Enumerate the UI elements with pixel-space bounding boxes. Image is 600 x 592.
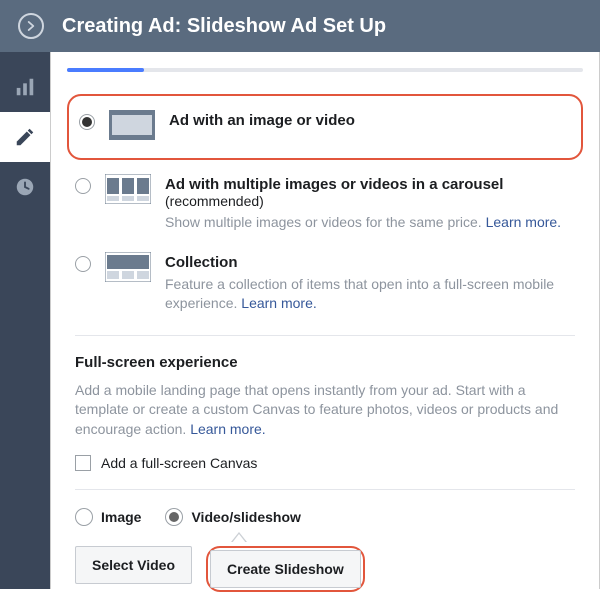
- fullscreen-section-title: Full-screen experience: [75, 354, 583, 371]
- page-header: Creating Ad: Slideshow Ad Set Up: [0, 0, 600, 52]
- format-option-carousel[interactable]: Ad with multiple images or videos in a c…: [67, 166, 583, 244]
- format-carousel-recommended: (recommended): [165, 193, 264, 209]
- fullscreen-learn-more-link[interactable]: Learn more.: [190, 421, 265, 437]
- media-label-image: Image: [101, 509, 141, 525]
- media-label-video: Video/slideshow: [191, 509, 300, 525]
- format-radio-collection[interactable]: [75, 256, 91, 272]
- format-option-single[interactable]: Ad with an image or video: [71, 102, 573, 152]
- left-nav-rail: [0, 52, 50, 589]
- carousel-thumb-icon: [105, 174, 151, 204]
- pencil-icon: [14, 126, 36, 148]
- format-collection-desc: Feature a collection of items that open …: [165, 275, 583, 313]
- media-radio-video[interactable]: [165, 508, 183, 526]
- format-option-collection[interactable]: Collection Feature a collection of items…: [67, 244, 583, 325]
- progress-fill: [67, 68, 144, 72]
- media-radio-image[interactable]: [75, 508, 93, 526]
- format-carousel-title: Ad with multiple images or videos in a c…: [165, 176, 503, 193]
- carousel-learn-more-link[interactable]: Learn more.: [486, 214, 561, 230]
- create-slideshow-button[interactable]: Create Slideshow: [210, 550, 361, 588]
- section-divider-2: [75, 489, 575, 490]
- format-radio-single[interactable]: [79, 114, 95, 130]
- format-single-title: Ad with an image or video: [169, 112, 355, 129]
- rail-item-schedule[interactable]: [0, 162, 50, 212]
- ad-format-panel: Ad with an image or video Ad with multip…: [50, 52, 600, 589]
- format-collection-title: Collection: [165, 254, 583, 271]
- section-divider: [75, 335, 575, 336]
- format-radio-carousel[interactable]: [75, 178, 91, 194]
- progress-bar: [67, 68, 583, 72]
- bar-chart-icon: [14, 76, 36, 98]
- select-video-button[interactable]: Select Video: [75, 546, 192, 584]
- caret-icon: [231, 532, 247, 542]
- rail-item-ad-edit[interactable]: [0, 112, 50, 162]
- fullscreen-canvas-checkbox[interactable]: [75, 455, 91, 471]
- single-thumb-icon: [109, 110, 155, 140]
- fullscreen-canvas-label: Add a full-screen Canvas: [101, 455, 257, 471]
- fullscreen-section-desc: Add a mobile landing page that opens ins…: [75, 381, 575, 440]
- format-single-callout: Ad with an image or video: [67, 94, 583, 160]
- clock-icon: [14, 176, 36, 198]
- format-carousel-desc: Show multiple images or videos for the s…: [165, 213, 583, 232]
- rail-item-campaign[interactable]: [0, 62, 50, 112]
- fullscreen-canvas-row[interactable]: Add a full-screen Canvas: [75, 455, 583, 471]
- back-button[interactable]: [18, 13, 44, 39]
- collection-thumb-icon: [105, 252, 151, 282]
- page-title: Creating Ad: Slideshow Ad Set Up: [62, 15, 386, 38]
- media-caret-row: [75, 532, 583, 546]
- collection-learn-more-link[interactable]: Learn more.: [241, 295, 316, 311]
- create-slideshow-callout: Create Slideshow: [206, 546, 365, 592]
